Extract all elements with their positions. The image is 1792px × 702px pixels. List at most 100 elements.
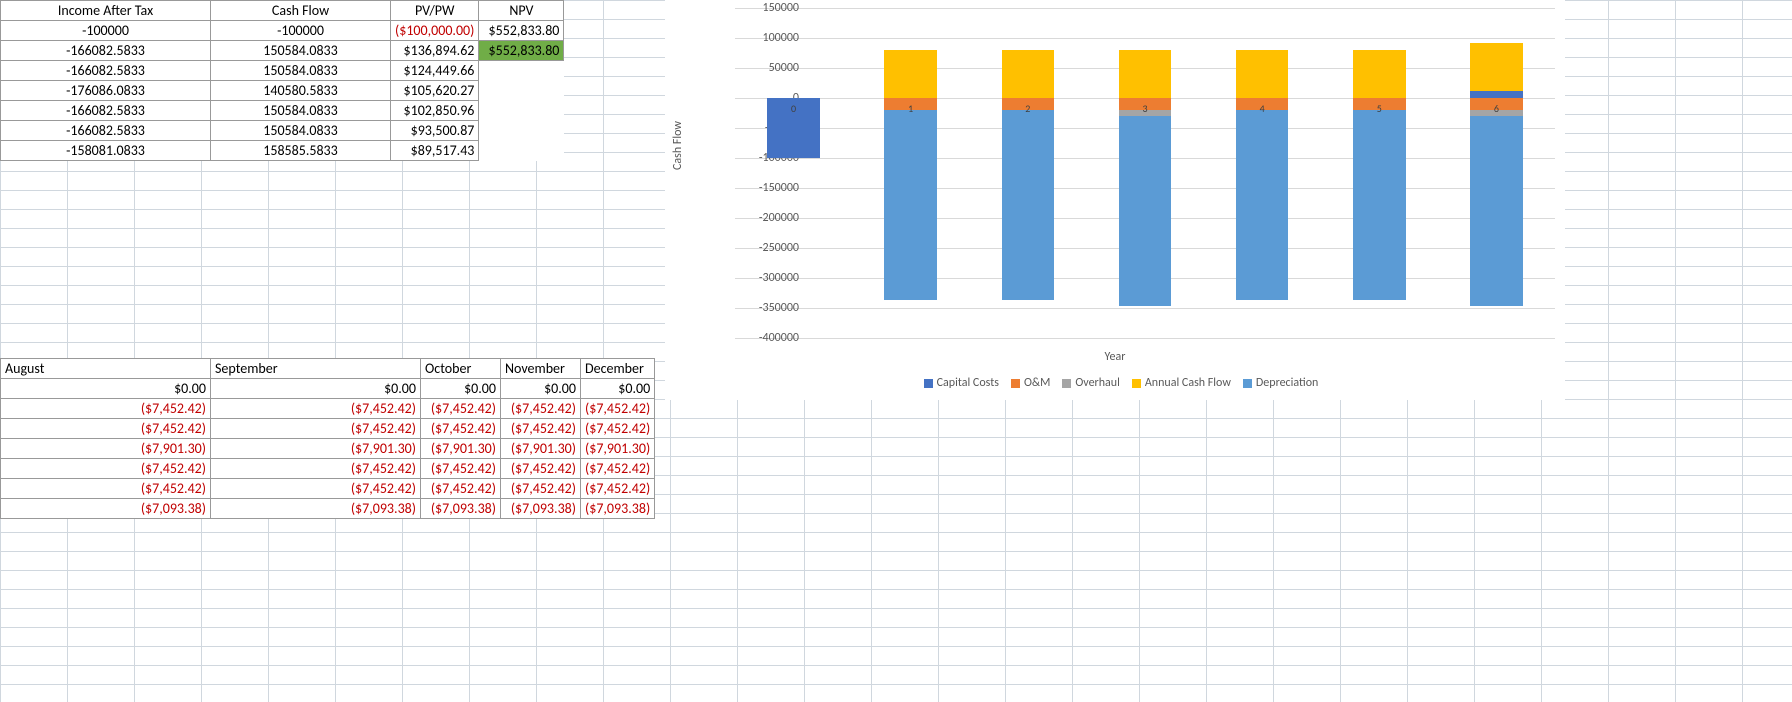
month-cell[interactable]: $0.00 <box>421 379 501 399</box>
chart-bar <box>1236 110 1289 300</box>
npv-table[interactable]: Income After TaxCash FlowPV/PWNPV -100000… <box>0 0 564 161</box>
month-cell[interactable]: ($7,901.30) <box>211 439 421 459</box>
npv-cell[interactable]: $102,850.96 <box>391 101 479 121</box>
chart-bar <box>1002 110 1055 300</box>
month-cell[interactable]: ($7,452.42) <box>1 479 211 499</box>
month-cell[interactable]: ($7,093.38) <box>211 499 421 519</box>
month-cell[interactable]: ($7,452.42) <box>211 479 421 499</box>
month-cell[interactable]: ($7,093.38) <box>501 499 581 519</box>
chart-bar <box>1119 116 1172 306</box>
npv-cell[interactable]: $105,620.27 <box>391 81 479 101</box>
monthly-table[interactable]: AugustSeptemberOctoberNovemberDecember$0… <box>0 358 655 519</box>
month-cell[interactable]: $0.00 <box>211 379 421 399</box>
month-header-2[interactable]: October <box>421 359 501 379</box>
chart-ytick: -400000 <box>739 331 799 345</box>
chart-ytick: 50000 <box>739 61 799 75</box>
month-cell[interactable]: ($7,452.42) <box>421 459 501 479</box>
npv-cell[interactable]: $552,833.80 <box>479 21 564 41</box>
chart-gridline <box>735 8 1555 9</box>
npv-cell[interactable]: -158081.0833 <box>1 141 211 161</box>
legend-swatch <box>1062 379 1071 388</box>
npv-cell[interactable] <box>479 81 564 101</box>
npv-cell[interactable]: 150584.0833 <box>211 121 391 141</box>
month-cell[interactable]: ($7,452.42) <box>501 399 581 419</box>
chart-ytick: 100000 <box>739 31 799 45</box>
legend-swatch <box>1011 379 1020 388</box>
npv-cell[interactable]: $93,500.87 <box>391 121 479 141</box>
legend-swatch <box>1132 379 1141 388</box>
month-cell[interactable]: ($7,901.30) <box>421 439 501 459</box>
month-header-1[interactable]: September <box>211 359 421 379</box>
npv-header-1[interactable]: Cash Flow <box>211 1 391 21</box>
month-cell[interactable]: ($7,452.42) <box>421 479 501 499</box>
npv-header-2[interactable]: PV/PW <box>391 1 479 21</box>
cashflow-chart[interactable]: -400000-350000-300000-250000-200000-1500… <box>665 0 1565 400</box>
npv-cell[interactable]: $552,833.80 <box>479 41 564 61</box>
npv-cell[interactable]: 150584.0833 <box>211 61 391 81</box>
month-cell[interactable]: ($7,093.38) <box>581 499 655 519</box>
month-cell[interactable]: ($7,452.42) <box>211 459 421 479</box>
month-cell[interactable]: ($7,452.42) <box>211 399 421 419</box>
chart-ytick: -200000 <box>739 211 799 225</box>
legend-swatch <box>924 379 933 388</box>
month-cell[interactable]: ($7,452.42) <box>1 459 211 479</box>
legend-swatch <box>1243 379 1252 388</box>
npv-cell[interactable] <box>479 101 564 121</box>
chart-ytick: -300000 <box>739 271 799 285</box>
npv-header-0[interactable]: Income After Tax <box>1 1 211 21</box>
month-cell[interactable]: ($7,452.42) <box>501 479 581 499</box>
month-cell[interactable]: ($7,452.42) <box>581 399 655 419</box>
month-cell[interactable]: $0.00 <box>1 379 211 399</box>
chart-data-label: 4 <box>1252 102 1272 115</box>
chart-bar <box>884 110 937 300</box>
month-cell[interactable]: ($7,452.42) <box>581 419 655 439</box>
npv-cell[interactable]: $136,894.62 <box>391 41 479 61</box>
npv-cell[interactable] <box>479 141 564 161</box>
month-header-3[interactable]: November <box>501 359 581 379</box>
month-cell[interactable]: ($7,452.42) <box>421 399 501 419</box>
month-cell[interactable]: ($7,452.42) <box>1 399 211 419</box>
npv-cell[interactable]: 150584.0833 <box>211 41 391 61</box>
chart-bar <box>1353 50 1406 98</box>
month-cell[interactable]: $0.00 <box>581 379 655 399</box>
npv-cell[interactable]: ($100,000.00) <box>391 21 479 41</box>
npv-cell[interactable]: -176086.0833 <box>1 81 211 101</box>
npv-header-3[interactable]: NPV <box>479 1 564 21</box>
month-cell[interactable]: ($7,452.42) <box>211 419 421 439</box>
chart-ytick: -150000 <box>739 181 799 195</box>
chart-bar <box>1236 50 1289 98</box>
month-cell[interactable]: ($7,452.42) <box>501 459 581 479</box>
month-cell[interactable]: ($7,452.42) <box>581 459 655 479</box>
month-cell[interactable]: ($7,452.42) <box>581 479 655 499</box>
month-cell[interactable]: ($7,093.38) <box>421 499 501 519</box>
npv-cell[interactable]: 158585.5833 <box>211 141 391 161</box>
npv-cell[interactable]: -166082.5833 <box>1 61 211 81</box>
month-cell[interactable]: ($7,901.30) <box>581 439 655 459</box>
month-cell[interactable]: ($7,452.42) <box>1 419 211 439</box>
npv-cell[interactable]: -166082.5833 <box>1 101 211 121</box>
npv-cell[interactable]: 150584.0833 <box>211 101 391 121</box>
npv-cell[interactable]: 140580.5833 <box>211 81 391 101</box>
npv-cell[interactable] <box>479 61 564 81</box>
month-cell[interactable]: ($7,452.42) <box>501 419 581 439</box>
month-cell[interactable]: $0.00 <box>501 379 581 399</box>
month-cell[interactable]: ($7,901.30) <box>501 439 581 459</box>
npv-cell[interactable]: -166082.5833 <box>1 41 211 61</box>
y-axis-title: Cash Flow <box>671 121 685 170</box>
npv-cell[interactable]: -166082.5833 <box>1 121 211 141</box>
npv-cell[interactable]: -100000 <box>211 21 391 41</box>
month-header-4[interactable]: December <box>581 359 655 379</box>
month-header-0[interactable]: August <box>1 359 211 379</box>
chart-ytick: -350000 <box>739 301 799 315</box>
month-cell[interactable]: ($7,093.38) <box>1 499 211 519</box>
chart-bar <box>1470 91 1523 98</box>
npv-cell[interactable] <box>479 121 564 141</box>
worksheet[interactable]: Income After TaxCash FlowPV/PWNPV-100000… <box>0 0 1792 702</box>
npv-cell[interactable]: $89,517.43 <box>391 141 479 161</box>
month-cell[interactable]: ($7,452.42) <box>421 419 501 439</box>
month-cell[interactable]: ($7,901.30) <box>1 439 211 459</box>
npv-cell[interactable]: $124,449.66 <box>391 61 479 81</box>
npv-cell[interactable]: -100000 <box>1 21 211 41</box>
x-axis-title: Year <box>665 350 1565 364</box>
legend-label: Annual Cash Flow <box>1145 376 1231 390</box>
